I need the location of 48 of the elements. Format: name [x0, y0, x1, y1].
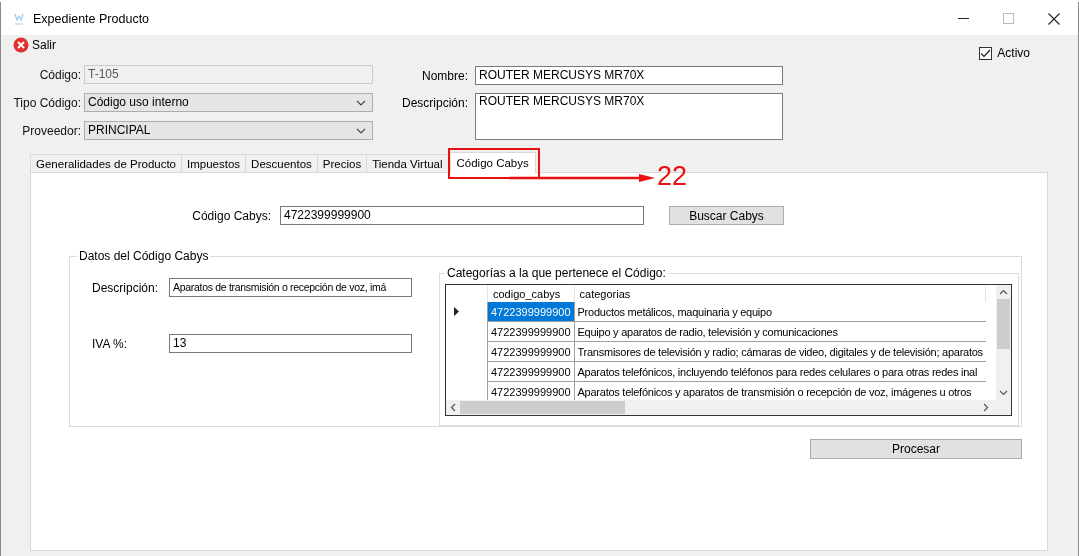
scroll-left-icon[interactable]	[450, 403, 456, 412]
text-field[interactable]: Aparatos de transmisión o recepción de voz, imá	[169, 278, 412, 297]
field-label: Nombre:	[421, 68, 468, 83]
field-label: Descripción:	[91, 280, 160, 295]
checkbox[interactable]	[979, 46, 993, 60]
chevron-down-icon	[356, 99, 366, 106]
current-row-icon	[454, 306, 459, 316]
tab[interactable]: Generalidades de Producto	[30, 154, 182, 172]
checkbox-label: Activo	[997, 46, 1030, 60]
field-label: Descripción:	[400, 95, 468, 110]
text-field[interactable]: 13	[169, 334, 412, 353]
group-title: Datos del Código Cabys	[78, 249, 210, 263]
table-cell: 4722399999900	[487, 341, 575, 362]
table-cell: Productos metálicos, maquinaria y equipo	[574, 302, 986, 322]
exit-button[interactable]: Salir	[13, 37, 56, 53]
field-label: Código:	[38, 67, 81, 82]
app-icon	[14, 11, 24, 26]
group-title: Categorías a la que pertenece el Código:	[446, 266, 667, 280]
process-button[interactable]: Procesar	[810, 439, 1022, 459]
field-label: IVA %:	[91, 336, 129, 351]
table-cell: Transmisores de televisión y radio; cámaras de video, digitales y de televisión; aparatos	[574, 341, 986, 362]
annotation-number: 22	[657, 162, 688, 190]
field-label: Código Cabys:	[191, 208, 271, 223]
search-cabys-button[interactable]: Buscar Cabys	[669, 206, 784, 225]
chevron-down-icon	[356, 127, 366, 134]
vertical-scrollbar[interactable]	[996, 285, 1011, 400]
minimize-icon[interactable]	[958, 17, 969, 20]
text-area[interactable]: ROUTER MERCUSYS MR70X	[475, 93, 783, 140]
tab[interactable]: Código Cabys	[449, 152, 536, 173]
dropdown[interactable]: Código uso interno	[84, 93, 373, 112]
close-icon[interactable]	[1048, 12, 1060, 25]
field-label: Tipo Código:	[12, 95, 81, 110]
table-cell: Aparatos telefónicos, incluyendo teléfonos para redes celulares o para otras redes inal	[574, 361, 986, 382]
tab[interactable]: Impuestos	[181, 154, 247, 172]
table-cell: 4722399999900	[487, 361, 575, 382]
cabys-code-field[interactable]: 4722399999900	[280, 206, 644, 225]
text-field[interactable]: ROUTER MERCUSYS MR70X	[475, 66, 783, 85]
field-label: Proveedor:	[21, 123, 81, 138]
close-icon	[13, 37, 29, 53]
dropdown[interactable]: PRINCIPAL	[84, 121, 373, 140]
window-title: Expediente Producto	[33, 11, 150, 26]
table-cell: Equipo y aparatos de radio, televisión y comunicaciones	[574, 321, 986, 342]
table-cell: 4722399999900	[487, 302, 575, 322]
scroll-down-icon[interactable]	[999, 390, 1008, 396]
scroll-right-icon[interactable]	[983, 403, 989, 412]
table-cell: 4722399999900	[487, 321, 575, 342]
scroll-up-icon[interactable]	[999, 289, 1008, 295]
horizontal-scrollbar[interactable]	[446, 400, 1011, 415]
